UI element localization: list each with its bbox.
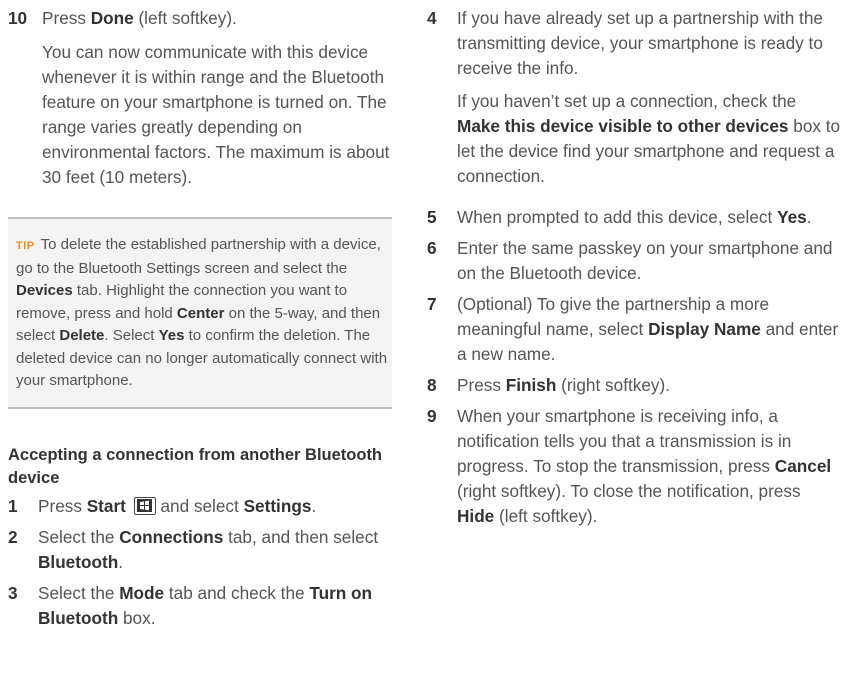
step-text: Press Finish (right softkey). xyxy=(457,375,670,395)
step-number: 9 xyxy=(427,406,437,426)
step-text: When your smartphone is receiving info, … xyxy=(457,406,832,526)
step-4: 4 If you have already set up a partnersh… xyxy=(427,6,841,81)
step-10: 10 Press Done (left softkey). xyxy=(8,6,392,31)
step-number: 3 xyxy=(8,582,18,603)
step-9: 9 When your smartphone is receiving info… xyxy=(427,404,841,529)
step-text: If you have already set up a partnership… xyxy=(457,8,823,78)
step-2: 2 Select the Connections tab, and then s… xyxy=(8,525,392,575)
section-heading: Accepting a connection from another Blue… xyxy=(8,445,383,487)
step-10-paragraph: You can now communicate with this device… xyxy=(42,42,390,187)
step-number: 1 xyxy=(8,495,18,516)
step-text: Select the Connections tab, and then sel… xyxy=(38,526,379,572)
step-number: 4 xyxy=(427,8,437,28)
step-6: 6 Enter the same passkey on your smartph… xyxy=(427,236,841,286)
step-number: 2 xyxy=(8,526,18,547)
step-number: 8 xyxy=(427,375,437,395)
left-column: 10 Press Done (left softkey). You can no… xyxy=(8,0,392,631)
step-7: 7 (Optional) To give the partnership a m… xyxy=(427,292,841,367)
step-text: Select the Mode tab and check the Turn o… xyxy=(38,582,373,628)
step-text: When prompted to add this device, select… xyxy=(457,207,812,227)
windows-start-key-icon xyxy=(133,496,156,515)
step-4-paragraph: If you haven’t set up a connection, chec… xyxy=(457,91,841,186)
tip-box: TIP To delete the established partnership… xyxy=(8,217,392,409)
step-text: (Optional) To give the partnership a mor… xyxy=(457,294,839,364)
step-8: 8 Press Finish (right softkey). xyxy=(427,373,841,398)
step-number: 6 xyxy=(427,238,437,258)
step-text: Enter the same passkey on your smartphon… xyxy=(457,238,833,283)
step-text: Press Done (left softkey). xyxy=(42,8,237,28)
step-3: 3 Select the Mode tab and check the Turn… xyxy=(8,581,392,631)
right-column: 4 If you have already set up a partnersh… xyxy=(427,0,841,529)
step-text: Press Start and select Settings. xyxy=(38,495,317,516)
step-1: 1 Press Start and select Settings. xyxy=(8,494,392,519)
step-number: 7 xyxy=(427,294,437,314)
step-number: 10 xyxy=(8,8,28,28)
step-5: 5 When prompted to add this device, sele… xyxy=(427,205,841,230)
step-number: 5 xyxy=(427,207,437,227)
tip-label: TIP xyxy=(16,240,35,252)
